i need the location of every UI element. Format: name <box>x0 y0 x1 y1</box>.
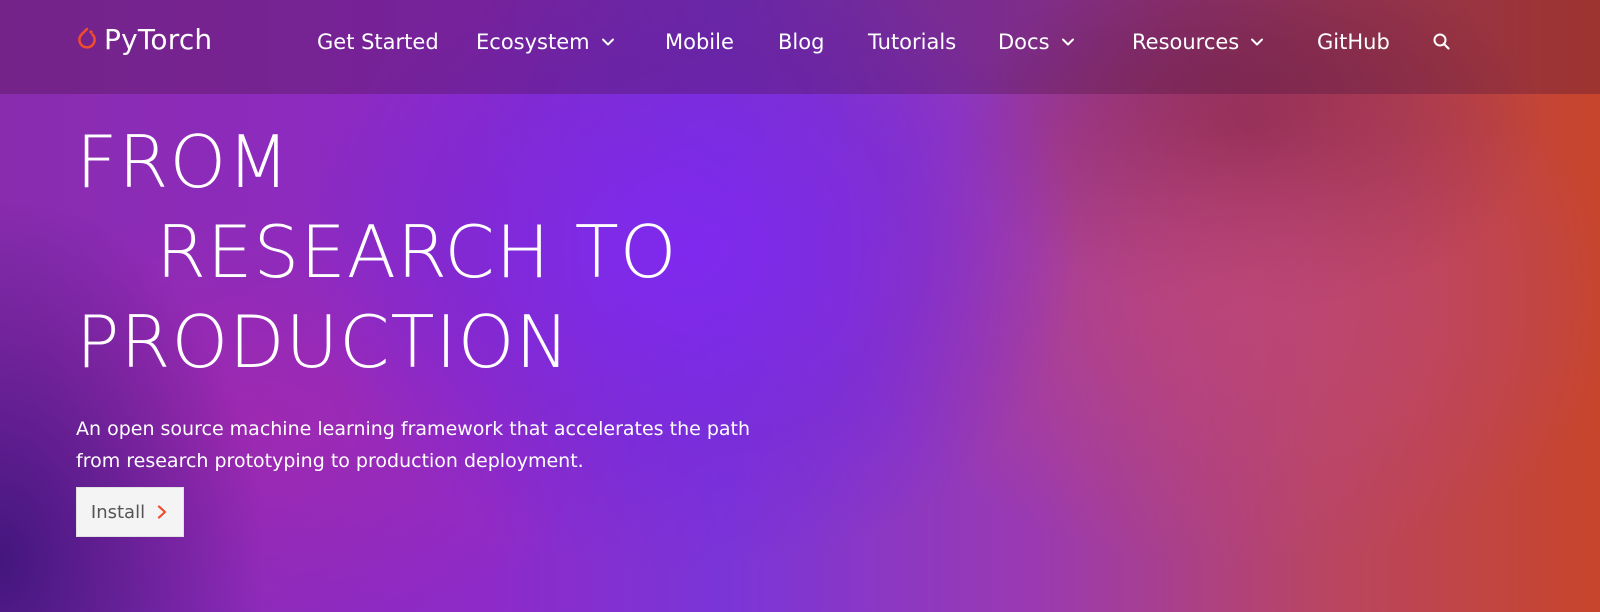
nav-docs-label: Docs <box>998 30 1050 54</box>
nav-mobile[interactable]: Mobile <box>665 28 734 56</box>
nav-docs[interactable]: Docs <box>998 28 1076 56</box>
nav-get-started-label: Get Started <box>317 30 439 54</box>
hero-headline-line-2: RESEARCH TO <box>156 210 678 294</box>
pytorch-flame-icon <box>78 27 96 49</box>
search-icon[interactable] <box>1431 31 1453 53</box>
chevron-down-icon <box>1251 38 1264 46</box>
hero-headline-line-3: PRODUCTION <box>76 300 571 384</box>
nav-github[interactable]: GitHub <box>1317 28 1390 56</box>
top-navigation: PyTorch Get Started Ecosystem Mobile Blo… <box>0 0 1600 94</box>
chevron-down-icon <box>1061 38 1074 46</box>
nav-blog[interactable]: Blog <box>778 28 824 56</box>
hero-headline-line-1: FROM <box>76 120 291 204</box>
hero-subtitle: An open source machine learning framewor… <box>76 418 751 472</box>
nav-tutorials-label: Tutorials <box>868 30 957 54</box>
nav-mobile-label: Mobile <box>665 30 734 54</box>
nav-ecosystem-label: Ecosystem <box>476 30 590 54</box>
nav-resources[interactable]: Resources <box>1132 28 1265 56</box>
nav-tutorials[interactable]: Tutorials <box>868 28 956 56</box>
nav-ecosystem[interactable]: Ecosystem <box>476 28 616 56</box>
nav-resources-label: Resources <box>1132 30 1240 54</box>
pytorch-logo[interactable]: PyTorch <box>76 22 212 56</box>
nav-github-label: GitHub <box>1317 30 1390 54</box>
brand-name: PyTorch <box>104 22 213 56</box>
nav-blog-label: Blog <box>778 30 825 54</box>
install-button-label: Install <box>90 501 146 523</box>
nav-get-started[interactable]: Get Started <box>317 28 439 56</box>
install-button[interactable]: Install <box>76 487 184 537</box>
chevron-down-icon <box>601 38 614 46</box>
chevron-right-icon <box>157 505 167 519</box>
